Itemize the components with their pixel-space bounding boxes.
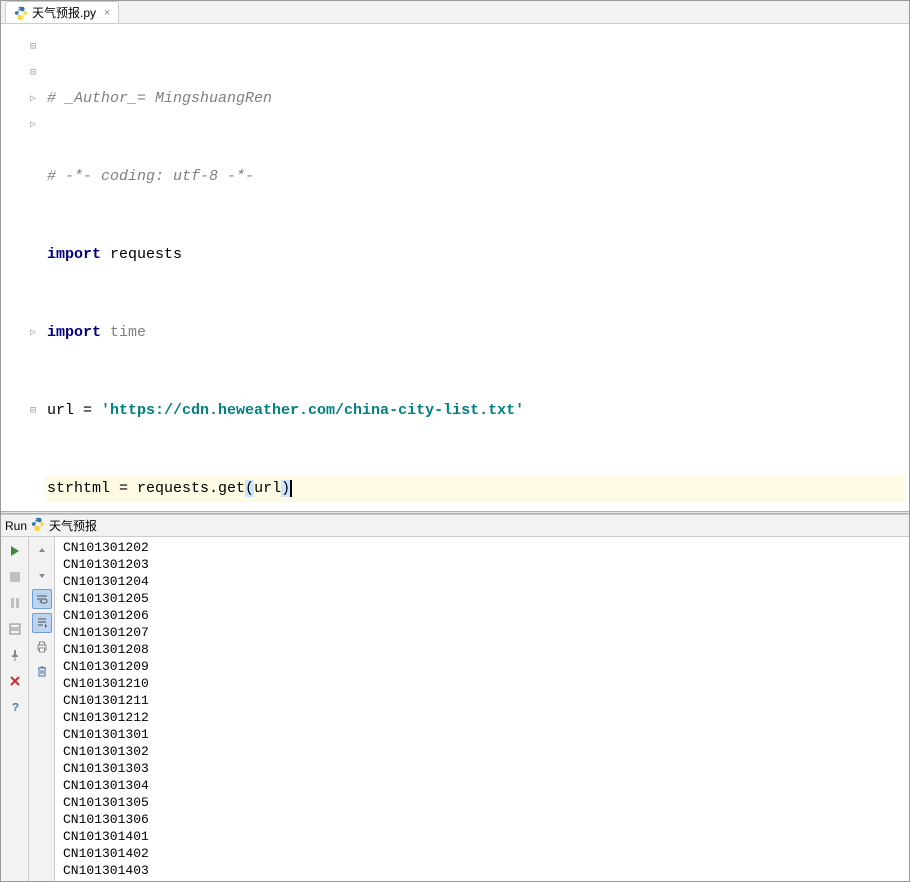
console-line: CN101301203 [63, 556, 901, 573]
ide-window: 天气预报.py × ⊟ ⊟ ▷ ▷ ▷ ⊟ [0, 0, 910, 882]
console-line: CN101301212 [63, 709, 901, 726]
print-button[interactable] [32, 637, 52, 657]
help-button[interactable]: ? [5, 697, 25, 717]
console-line: CN101301401 [63, 828, 901, 845]
current-line: strhtml = requests.get(url) [45, 476, 905, 502]
python-file-icon [31, 517, 45, 534]
console-line: CN101301403 [63, 862, 901, 879]
svg-text:?: ? [12, 701, 19, 713]
fold-toggle-icon[interactable]: ⊟ [25, 60, 41, 86]
console-line: CN101301304 [63, 777, 901, 794]
scroll-up-button[interactable] [32, 541, 52, 561]
close-panel-button[interactable] [5, 671, 25, 691]
pause-button[interactable] [5, 593, 25, 613]
console-line: CN101301205 [63, 590, 901, 607]
console-line: CN101301303 [63, 760, 901, 777]
tab-close-icon[interactable]: × [104, 7, 110, 19]
console-line: CN101301209 [63, 658, 901, 675]
console-output[interactable]: CN101301202CN101301203CN101301204CN10130… [55, 537, 909, 881]
fold-marker-icon: ▷ [25, 86, 41, 112]
fold-marker-icon: ▷ [25, 112, 41, 138]
editor-tab[interactable]: 天气预报.py × [5, 1, 119, 23]
python-file-icon [14, 6, 28, 20]
run-script-name: 天气预报 [49, 517, 97, 534]
console-line: CN101301206 [63, 607, 901, 624]
delete-button[interactable] [32, 661, 52, 681]
output-toolbar [29, 537, 55, 881]
rerun-button[interactable] [5, 541, 25, 561]
console-line: CN101301402 [63, 845, 901, 862]
run-toolbar: ? [1, 537, 29, 881]
console-line: CN101301204 [63, 573, 901, 590]
console-line: CN101301210 [63, 675, 901, 692]
console-line: CN101301202 [63, 539, 901, 556]
console-line: CN101301302 [63, 743, 901, 760]
console-line: CN101301207 [63, 624, 901, 641]
run-panel: Run 天气预报 ? [1, 514, 909, 881]
run-panel-header: Run 天气预报 [1, 515, 909, 537]
editor-tab-bar: 天气预报.py × [1, 1, 909, 24]
fold-marker-icon: ▷ [25, 320, 41, 346]
editor-gutter: ⊟ ⊟ ▷ ▷ ▷ ⊟ [1, 24, 41, 511]
console-line: CN101301211 [63, 692, 901, 709]
code-comment: # -*- coding: utf-8 -*- [47, 168, 254, 185]
console-line: CN101301208 [63, 641, 901, 658]
pin-button[interactable] [5, 645, 25, 665]
layout-button[interactable] [5, 619, 25, 639]
tab-filename: 天气预报.py [32, 4, 96, 21]
scroll-to-end-button[interactable] [32, 613, 52, 633]
run-panel-title: Run [5, 519, 27, 533]
stop-button[interactable] [5, 567, 25, 587]
code-comment: # _Author_= MingshuangRen [47, 90, 272, 107]
console-line: CN101301305 [63, 794, 901, 811]
scroll-down-button[interactable] [32, 565, 52, 585]
code-editor[interactable]: # _Author_= MingshuangRen # -*- coding: … [41, 24, 909, 511]
fold-toggle-icon[interactable]: ⊟ [25, 34, 41, 60]
editor-area: ⊟ ⊟ ▷ ▷ ▷ ⊟ # _Author_= MingshuangRen [1, 24, 909, 511]
soft-wrap-button[interactable] [32, 589, 52, 609]
console-line: CN101301301 [63, 726, 901, 743]
fold-toggle-icon[interactable]: ⊟ [25, 398, 41, 424]
console-line: CN101301306 [63, 811, 901, 828]
